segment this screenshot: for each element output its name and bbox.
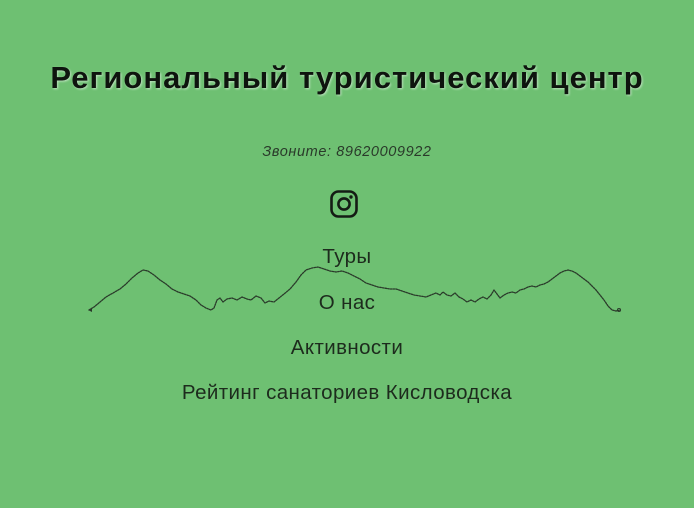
page: Региональный туристический центр Звоните… (0, 0, 694, 508)
nav-item-activities[interactable]: Активности (0, 336, 694, 360)
instagram-link[interactable] (329, 189, 359, 219)
nav-item-sanatorium-rating[interactable]: Рейтинг санаториев Кисловодска (0, 381, 694, 405)
instagram-icon (330, 190, 358, 218)
nav-item-about[interactable]: О нас (0, 291, 694, 315)
site-title: Региональный туристический центр (50, 60, 644, 95)
phone-number[interactable]: Звоните: 89620009922 (0, 144, 694, 160)
nav-item-tours[interactable]: Туры (0, 245, 694, 269)
